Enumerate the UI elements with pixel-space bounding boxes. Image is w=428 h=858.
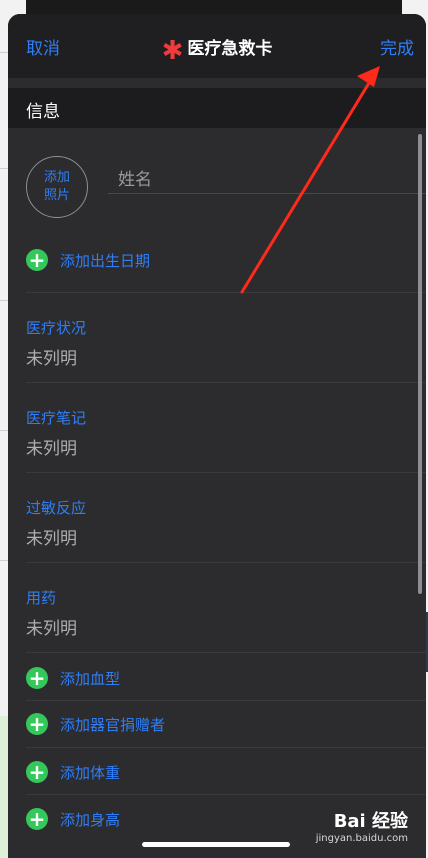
divider (26, 652, 426, 653)
divider (26, 700, 426, 701)
section-header: 信息 (8, 88, 426, 128)
name-input[interactable] (108, 166, 426, 194)
field-label: 医疗状况 (26, 319, 87, 337)
add-photo-button[interactable]: 添加 照片 (26, 156, 88, 218)
plus-circle-icon: + (26, 761, 48, 783)
divider (26, 292, 426, 293)
asterisk-icon: ✱ (161, 36, 184, 66)
field-label: 用药 (26, 589, 57, 607)
divider (26, 472, 426, 473)
divider (26, 747, 426, 748)
allergies-field[interactable]: 过敏反应 未列明 (26, 497, 426, 549)
field-label: 医疗笔记 (26, 409, 87, 427)
plus-circle-icon: + (26, 249, 48, 271)
medical-conditions-field[interactable]: 医疗状况 未列明 (26, 317, 426, 369)
field-value: 未列明 (26, 349, 77, 369)
watermark: Bai 经验 jingyan.baidu.com (316, 807, 408, 844)
page-title: ✱ 医疗急救卡 (8, 34, 426, 66)
add-birthdate-row[interactable]: + 添加出生日期 (26, 242, 426, 278)
plus-circle-icon: + (26, 713, 48, 735)
add-photo-line1: 添加 (43, 170, 70, 185)
divider (26, 562, 426, 563)
field-label: 过敏反应 (26, 499, 87, 517)
add-row-label: 添加体重 (60, 763, 121, 782)
watermark-logo: Bai 经验 (333, 811, 408, 832)
plus-circle-icon: + (26, 808, 48, 830)
field-value: 未列明 (26, 619, 77, 639)
add-weight-row[interactable]: + 添加体重 (26, 754, 426, 790)
field-value: 未列明 (26, 439, 77, 459)
add-birthdate-label: 添加出生日期 (60, 251, 151, 270)
navigation-bar: 取消 ✱ 医疗急救卡 完成 (8, 14, 426, 78)
medications-field[interactable]: 用药 未列明 (26, 587, 426, 639)
watermark-url: jingyan.baidu.com (315, 833, 408, 844)
add-row-label: 添加血型 (60, 669, 121, 688)
medical-notes-field[interactable]: 医疗笔记 未列明 (26, 407, 426, 459)
page-title-text: 医疗急救卡 (187, 39, 273, 59)
add-row-label: 添加身高 (60, 810, 121, 829)
divider (26, 382, 426, 383)
medical-id-sheet: 取消 ✱医疗急救卡 完成 信息 添加 照片 + 添加出生日期 医疗状况 未列明 … (8, 14, 426, 858)
add-row-label: 添加器官捐赠者 (60, 715, 166, 734)
divider (26, 794, 426, 795)
field-value: 未列明 (26, 529, 77, 549)
home-indicator[interactable] (142, 842, 290, 847)
add-organ-donor-row[interactable]: + 添加器官捐赠者 (26, 706, 426, 742)
scrollbar[interactable] (418, 134, 422, 594)
done-button[interactable]: 完成 (380, 34, 414, 59)
add-blood-type-row[interactable]: + 添加血型 (26, 660, 426, 696)
plus-circle-icon: + (26, 667, 48, 689)
add-photo-line2: 照片 (43, 188, 70, 203)
section-title: 信息 (26, 102, 60, 122)
